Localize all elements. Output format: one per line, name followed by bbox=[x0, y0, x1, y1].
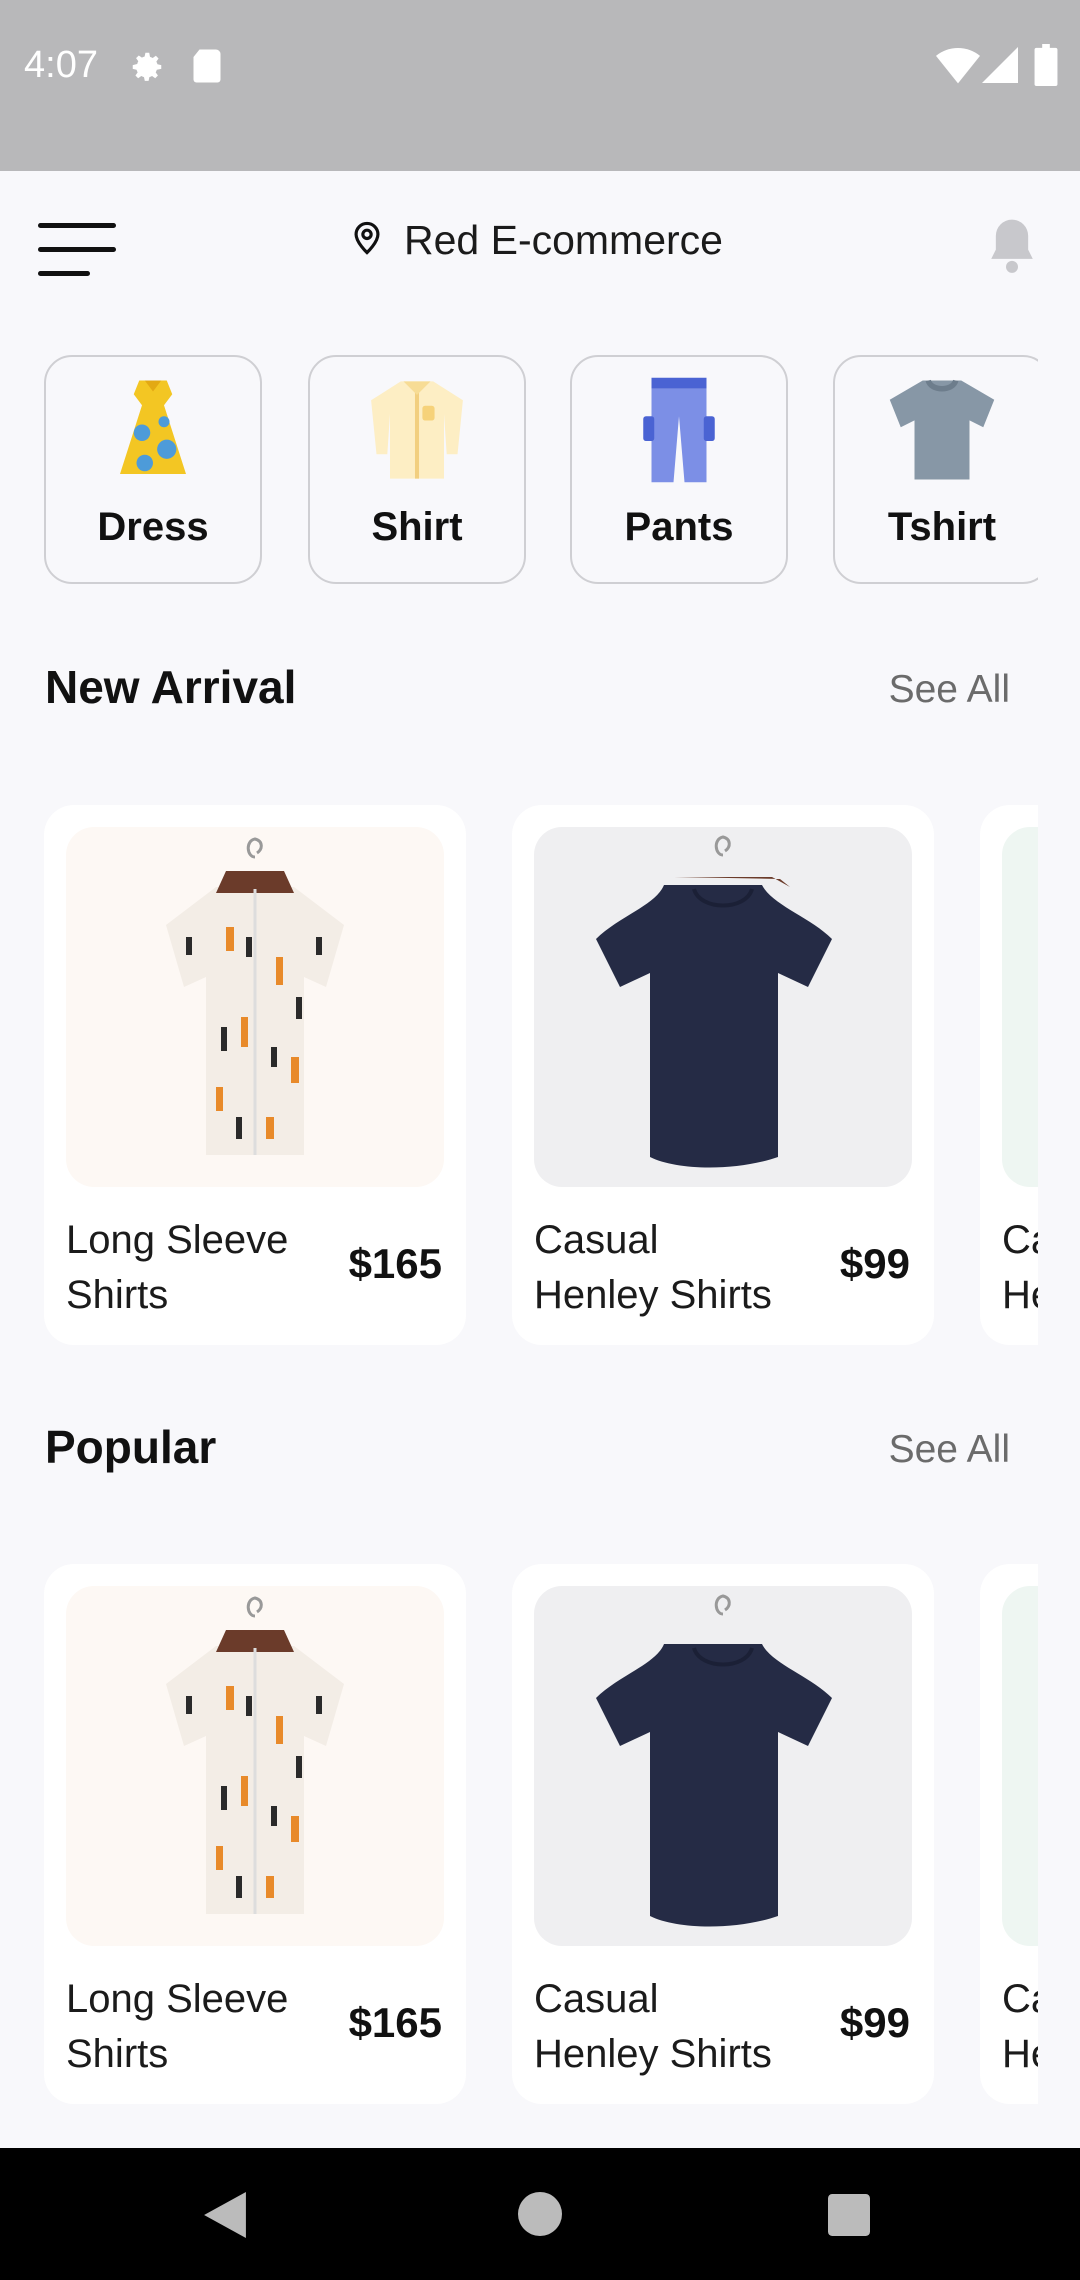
wifi-icon bbox=[936, 46, 980, 89]
signal-icon bbox=[982, 46, 1018, 89]
new-arrival-title: New Arrival bbox=[45, 661, 297, 713]
status-bar: 4:07 bbox=[0, 0, 1080, 171]
product-image bbox=[534, 1586, 912, 1946]
status-time: 4:07 bbox=[24, 44, 98, 86]
product-name: Long Sleeve Shirts bbox=[66, 1218, 289, 1317]
product-image bbox=[1002, 1586, 1038, 1946]
category-label: Dress bbox=[97, 505, 209, 549]
product-image bbox=[1002, 827, 1038, 1187]
battery-icon bbox=[1034, 44, 1058, 91]
category-tshirt[interactable]: Tshirt bbox=[833, 355, 1038, 584]
product-card[interactable]: Casual Henley Shirts bbox=[980, 805, 1038, 1345]
product-name: Casual Henley Shirts bbox=[534, 1977, 772, 2076]
category-shirt[interactable]: Shirt bbox=[308, 355, 526, 584]
product-price: $99 bbox=[839, 1240, 910, 1287]
navy-tshirt-image bbox=[596, 835, 832, 1168]
category-pants[interactable]: Pants bbox=[570, 355, 788, 584]
back-icon[interactable] bbox=[204, 2192, 246, 2243]
product-card[interactable]: Casual Henley Shirts $99 bbox=[512, 805, 934, 1345]
store-location[interactable]: Red E-commerce bbox=[352, 217, 723, 264]
pants-icon bbox=[643, 377, 715, 483]
popular-list: Long Sleeve Shirts $165 Casual Henley Sh… bbox=[0, 1564, 1038, 2109]
shirt-icon bbox=[371, 381, 463, 479]
recents-icon[interactable] bbox=[828, 2194, 870, 2241]
product-image bbox=[66, 827, 444, 1187]
product-price: $165 bbox=[348, 1240, 442, 1287]
product-name: Casual Henley Shirts bbox=[1002, 1218, 1038, 1317]
menu-line bbox=[38, 247, 116, 252]
settings-icon bbox=[128, 48, 166, 91]
category-label: Pants bbox=[624, 505, 734, 549]
navy-tshirt-image bbox=[596, 1594, 832, 1927]
patterned-shirt-image bbox=[166, 837, 344, 1155]
tshirt-icon bbox=[889, 379, 995, 480]
notification-bell-icon[interactable] bbox=[984, 215, 1040, 280]
product-image bbox=[534, 827, 912, 1187]
store-title: Red E-commerce bbox=[404, 217, 723, 263]
sd-card-icon bbox=[192, 48, 222, 89]
product-price: $99 bbox=[839, 1999, 910, 2046]
menu-line bbox=[38, 223, 116, 228]
product-name: Long Sleeve Shirts bbox=[66, 1977, 289, 2076]
home-icon[interactable] bbox=[518, 2192, 562, 2241]
patterned-shirt-image bbox=[166, 1596, 344, 1914]
new-arrival-see-all-link[interactable]: See All bbox=[889, 668, 1010, 712]
product-name: Casual Henley Shirts bbox=[1002, 1977, 1038, 2076]
product-image bbox=[66, 1586, 444, 1946]
category-label: Tshirt bbox=[887, 505, 997, 549]
product-price: $165 bbox=[348, 1999, 442, 2046]
product-card[interactable]: Casual Henley Shirts bbox=[980, 1564, 1038, 2104]
product-name: Casual Henley Shirts bbox=[534, 1218, 772, 1317]
menu-line bbox=[38, 271, 90, 276]
product-card[interactable]: Long Sleeve Shirts $165 bbox=[44, 805, 466, 1345]
app-header: Red E-commerce bbox=[0, 171, 1080, 321]
system-nav-bar bbox=[0, 2148, 1080, 2280]
popular-title: Popular bbox=[45, 1421, 217, 1473]
popular-see-all-link[interactable]: See All bbox=[889, 1428, 1010, 1472]
dress-icon bbox=[120, 380, 186, 474]
new-arrival-list: Long Sleeve Shirts $165 Casual Henley Sh… bbox=[0, 805, 1038, 1350]
product-card[interactable]: Casual Henley Shirts $99 bbox=[512, 1564, 934, 2104]
menu-button[interactable] bbox=[38, 223, 118, 283]
category-dress[interactable]: Dress bbox=[44, 355, 262, 584]
category-label: Shirt bbox=[371, 505, 463, 549]
location-pin-icon bbox=[352, 221, 382, 260]
product-card[interactable]: Long Sleeve Shirts $165 bbox=[44, 1564, 466, 2104]
category-list: Dress Shirt Pants Tshirt bbox=[0, 340, 1038, 600]
